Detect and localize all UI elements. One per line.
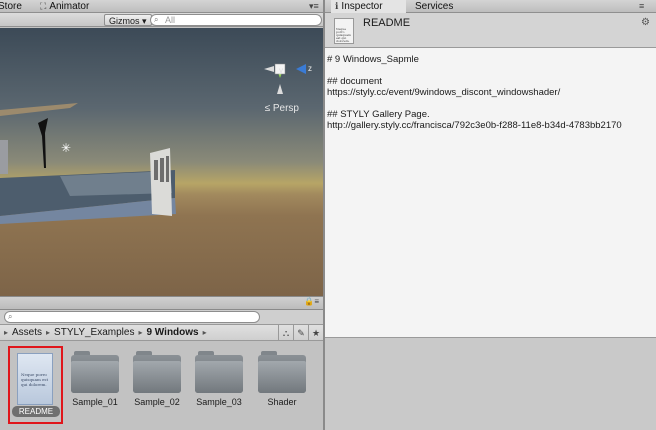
readme-line: # 9 Windows_Sapmle (327, 54, 419, 65)
asset-readme[interactable]: Neque porro quisquam est qui dolorem. RE… (8, 346, 63, 424)
scene-menu-icon[interactable]: ▾≡ (309, 0, 319, 13)
folder-icon (71, 351, 119, 393)
project-toolbar: 🔒≡ (0, 296, 323, 310)
right-tabbar: ℹ Inspector Services ≡ (325, 0, 656, 13)
roof-plane (0, 103, 78, 116)
breadcrumb-arrow-icon: ▸ (202, 328, 207, 337)
asset-label: Shader (267, 397, 297, 407)
info-icon: ℹ (335, 1, 339, 11)
tab-services[interactable]: Services (411, 0, 453, 13)
readme-line: http://gallery.styly.cc/francisca/792c3e… (327, 120, 622, 131)
inspector-menu-icon[interactable]: ≡ (639, 0, 644, 13)
filter-type-icon[interactable]: ⛬ (278, 325, 293, 341)
lock-icon[interactable]: 🔒≡ (304, 297, 319, 306)
asset-folder-sample-01[interactable]: Sample_01 (67, 351, 123, 407)
document-icon: Neque porro quisquam est qui dolorem. (334, 18, 354, 44)
scene-geometry: ✳ (0, 63, 306, 224)
inspector-empty-area (325, 339, 656, 430)
asset-grid: Neque porro quisquam est qui dolorem. RE… (0, 341, 323, 430)
scene-toolbar: Gizmos ▾ ⌕ All (0, 13, 323, 27)
breadcrumb-assets[interactable]: Assets (12, 327, 42, 338)
left-pane: Store ⛶ Animator ▾≡ Gizmos ▾ ⌕ All ✳ y z… (0, 0, 323, 430)
folder-icon (133, 351, 181, 393)
breadcrumb-styly-examples[interactable]: STYLY_Examples (54, 327, 134, 338)
pillar (0, 140, 8, 174)
search-icon: ⌕ (8, 312, 13, 321)
project-filter-tools: ⛬ ✎ ★ (278, 325, 323, 341)
left-tabbar: Store ⛶ Animator ▾≡ (0, 0, 323, 13)
persp-label[interactable]: ≤ Persp (265, 103, 299, 114)
tab-inspector[interactable]: ℹ Inspector (331, 0, 406, 13)
readme-document-icon: Neque porro quisquam est qui dolorem. (17, 353, 53, 405)
folder-icon (195, 351, 243, 393)
readme-line: ## STYLY Gallery Page. (327, 109, 430, 120)
breadcrumb-arrow-icon: ▸ (46, 328, 51, 337)
orientation-gizmo[interactable] (264, 63, 306, 94)
gear-icon[interactable]: ⚙ (641, 17, 650, 28)
asset-folder-sample-03[interactable]: Sample_03 (191, 351, 247, 407)
breadcrumb-arrow-icon: ▸ (138, 328, 143, 337)
asset-label: Sample_01 (72, 397, 118, 407)
favorite-star-icon[interactable]: ★ (308, 325, 323, 341)
tab-animator[interactable]: ⛶ Animator (40, 0, 89, 13)
asset-label: Sample_02 (134, 397, 180, 407)
gizmos-dropdown[interactable]: Gizmos ▾ (104, 14, 152, 26)
figure-object (38, 118, 48, 168)
filter-label-icon[interactable]: ✎ (293, 325, 308, 341)
axis-z-label: z (308, 64, 312, 73)
gizmo-z-cone (296, 64, 306, 74)
project-search-bar: ⌕ (0, 310, 323, 325)
project-search-input[interactable]: ⌕ (4, 311, 260, 323)
light-icon: ✳ (61, 141, 71, 155)
breadcrumb-9-windows[interactable]: 9 Windows (146, 327, 198, 338)
asset-label: README (12, 406, 60, 417)
inspector-pane: ℹ Inspector Services ≡ Neque porro quisq… (325, 0, 656, 430)
search-icon: ⌕ (154, 15, 159, 24)
scene-search-input[interactable]: ⌕ All (150, 14, 322, 26)
readme-text-body: # 9 Windows_Sapmle ## document https://s… (325, 48, 656, 338)
readme-line: ## document (327, 76, 382, 87)
asset-folder-sample-02[interactable]: Sample_02 (129, 351, 185, 407)
asset-label: Sample_03 (196, 397, 242, 407)
readme-line: https://styly.cc/event/9windows_discont_… (327, 87, 561, 98)
inspector-title: README (363, 17, 411, 29)
folder-icon (258, 351, 306, 393)
scene-viewport[interactable]: ✳ y z ≤ Persp (0, 28, 323, 296)
animator-icon: ⛶ (40, 1, 47, 11)
breadcrumb-arrow-icon: ▸ (4, 328, 9, 337)
axis-y-label: y (279, 66, 283, 75)
asset-folder-shader[interactable]: Shader (254, 351, 310, 407)
breadcrumb: ▸ Assets ▸ STYLY_Examples ▸ 9 Windows ▸ … (0, 325, 323, 341)
inspector-header: Neque porro quisquam est qui dolorem. RE… (325, 13, 656, 48)
tab-store[interactable]: Store (0, 0, 22, 13)
